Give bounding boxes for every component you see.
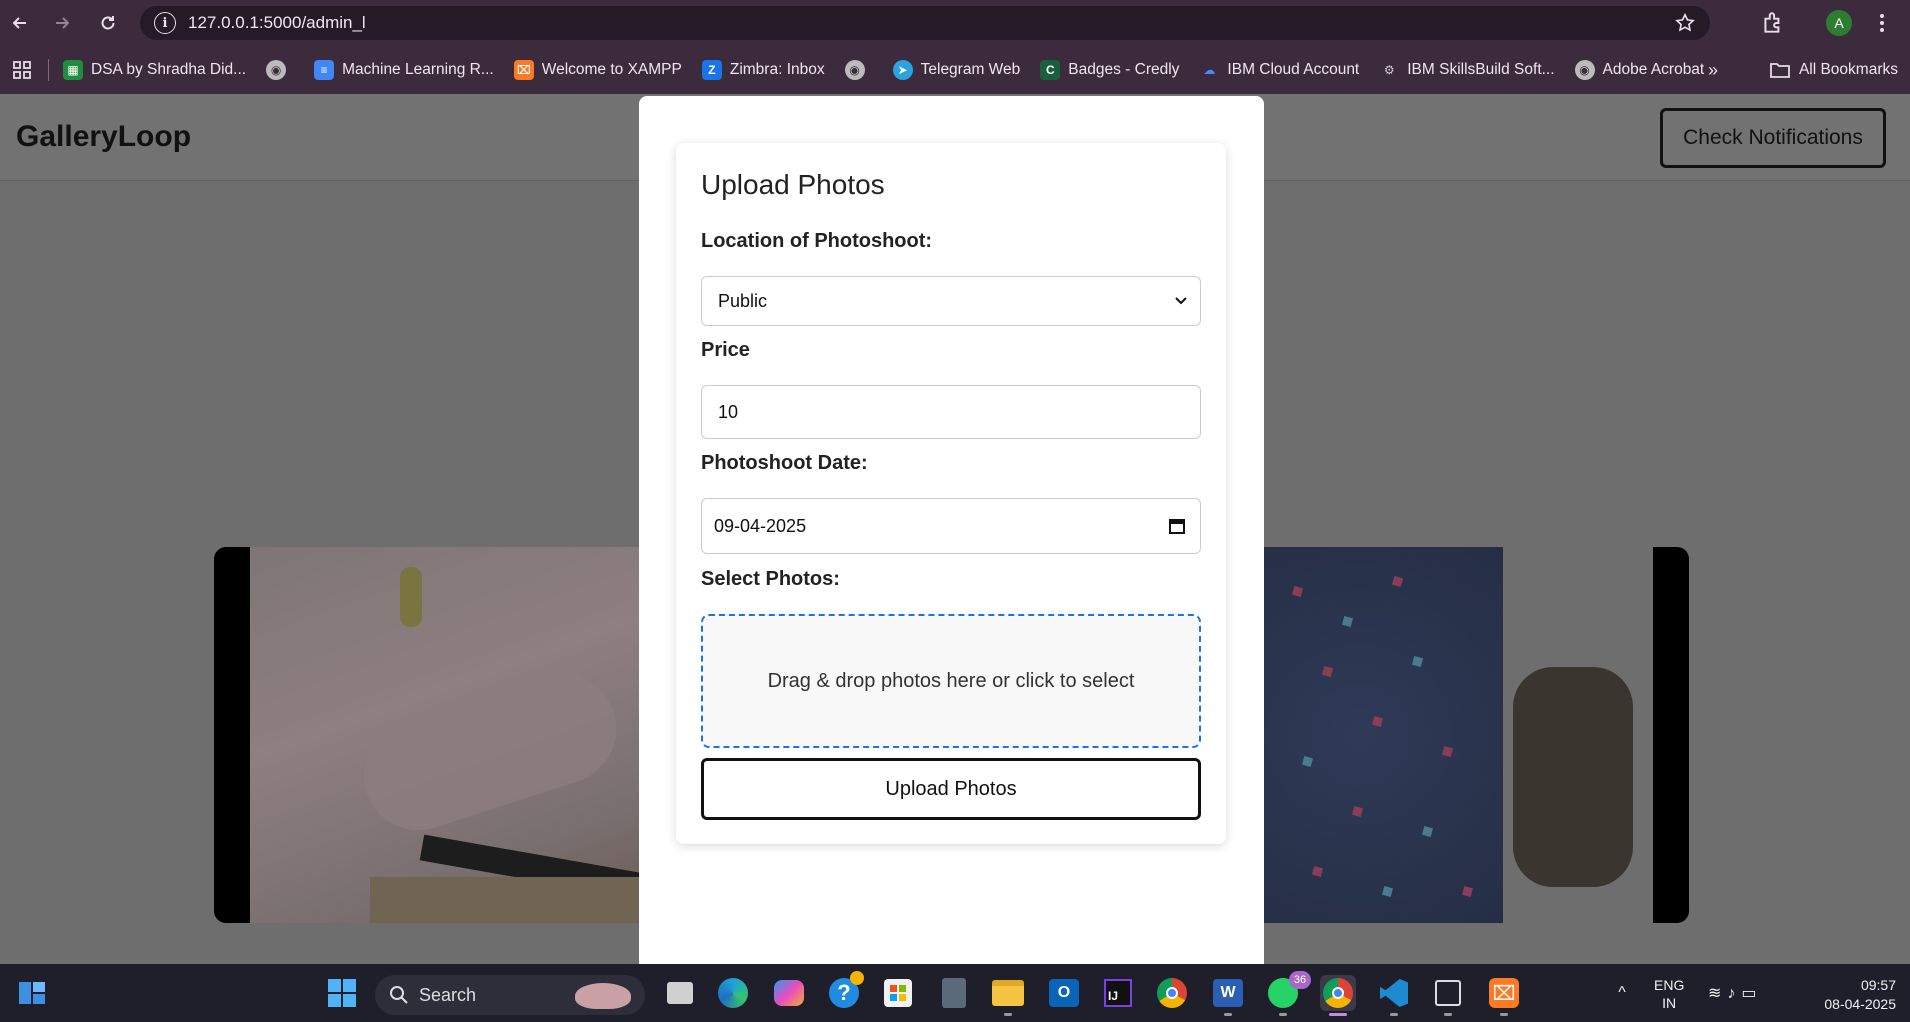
gallery-photo-right[interactable] bbox=[1263, 547, 1653, 923]
ibm-icon: ☁ bbox=[1203, 63, 1216, 77]
browser-toolbar: i 127.0.0.1:5000/admin_l A bbox=[0, 0, 1910, 46]
credly-icon: C bbox=[1040, 60, 1061, 80]
clock-time: 09:57 bbox=[1860, 977, 1896, 993]
xampp-icon[interactable]: ⌧ bbox=[1486, 975, 1522, 1016]
globe-icon: ◉ bbox=[1574, 60, 1595, 80]
zimbra-icon: Z bbox=[701, 60, 722, 80]
help-icon[interactable]: ? bbox=[826, 971, 864, 1011]
calendar-icon[interactable] bbox=[1168, 517, 1186, 535]
volume-icon: ♪ bbox=[1727, 985, 1742, 1002]
photo-dropzone[interactable]: Drag & drop photos here or click to sele… bbox=[701, 614, 1201, 748]
all-bookmarks[interactable]: All Bookmarks bbox=[1769, 54, 1898, 86]
task-view-icon[interactable] bbox=[662, 975, 698, 1011]
upload-modal: Upload Photos Location of Photoshoot: Pu… bbox=[639, 96, 1264, 964]
intellij-icon[interactable]: IJ bbox=[1100, 975, 1136, 1011]
date-input[interactable]: 09-04-2025 bbox=[701, 498, 1201, 554]
upload-photos-button[interactable]: Upload Photos bbox=[701, 758, 1201, 820]
more-bookmarks-icon[interactable]: » bbox=[1708, 60, 1718, 81]
bookmark-zimbra[interactable]: Z Zimbra: Inbox bbox=[692, 54, 835, 86]
search-icon bbox=[390, 986, 408, 1004]
gallery-photo-left[interactable] bbox=[250, 547, 690, 923]
start-windows-icon[interactable] bbox=[324, 975, 360, 1011]
bookmark-skillsbuild[interactable]: ⚙ IBM SkillsBuild Soft... bbox=[1369, 54, 1564, 86]
forward-button[interactable] bbox=[44, 5, 80, 41]
check-notifications-button[interactable]: Check Notifications bbox=[1660, 108, 1886, 168]
file-explorer-icon[interactable] bbox=[990, 975, 1026, 1016]
xampp-icon: ⌧ bbox=[513, 60, 534, 80]
bookmark-adobe[interactable]: ◉ Adobe Acrobat bbox=[1565, 54, 1715, 86]
bookmark-globe[interactable]: ◉ bbox=[256, 54, 304, 86]
bookmark-credly[interactable]: C Badges - Credly bbox=[1030, 54, 1189, 86]
bookmark-dsa[interactable]: ▦ DSA by Shradha Did... bbox=[53, 54, 256, 86]
skillsbuild-icon: ⚙ bbox=[1383, 63, 1395, 77]
address-bar[interactable]: i 127.0.0.1:5000/admin_l bbox=[140, 6, 1710, 40]
clock[interactable]: 09:57 08-04-2025 bbox=[1806, 976, 1896, 1014]
copilot-icon[interactable] bbox=[771, 975, 807, 1011]
snipping-tool-icon[interactable] bbox=[1430, 975, 1466, 1016]
system-tray-icons[interactable]: ≋♪▭ bbox=[1708, 983, 1763, 1003]
show-hidden-icons[interactable]: ^ bbox=[1604, 975, 1640, 1011]
calculator-icon[interactable] bbox=[936, 975, 972, 1011]
date-value: 09-04-2025 bbox=[714, 515, 807, 536]
edge-icon[interactable] bbox=[715, 975, 751, 1011]
upload-form: Upload Photos Location of Photoshoot: Pu… bbox=[676, 143, 1226, 844]
word-icon[interactable]: W bbox=[1210, 975, 1246, 1016]
outlook-icon[interactable]: O bbox=[1046, 975, 1082, 1011]
search-highlight-image bbox=[575, 983, 631, 1009]
bookmarks-bar: ▦ DSA by Shradha Did... ◉ ≡ Machine Learni… bbox=[0, 46, 1910, 94]
price-label: Price bbox=[701, 339, 750, 361]
modal-title: Upload Photos bbox=[701, 169, 885, 200]
globe-icon: ◉ bbox=[266, 60, 287, 80]
globe-icon: ◉ bbox=[844, 60, 865, 80]
arrow-right-icon bbox=[56, 17, 70, 29]
brand-logo[interactable]: GalleryLoop bbox=[16, 120, 191, 154]
bookmark-telegram[interactable]: ➤ Telegram Web bbox=[883, 54, 1031, 86]
reload-button[interactable] bbox=[90, 5, 126, 41]
chrome-profile-icon[interactable] bbox=[1320, 975, 1356, 1016]
widgets-icon[interactable] bbox=[14, 975, 50, 1011]
language-indicator[interactable]: ENG IN bbox=[1654, 976, 1684, 1012]
docs-icon: ≡ bbox=[314, 60, 335, 80]
site-info-icon[interactable]: i bbox=[154, 12, 176, 34]
chrome-icon[interactable] bbox=[1154, 975, 1190, 1011]
battery-icon: ▭ bbox=[1741, 985, 1763, 1002]
bookmark-ibm-cloud[interactable]: ☁ IBM Cloud Account bbox=[1189, 54, 1369, 86]
photos-label: Select Photos: bbox=[701, 568, 840, 590]
location-value: Public bbox=[718, 290, 768, 311]
chevron-down-icon bbox=[1175, 297, 1187, 305]
back-button[interactable] bbox=[2, 5, 38, 41]
url-text[interactable]: 127.0.0.1:5000/admin_l bbox=[188, 13, 366, 33]
whatsapp-badge: 36 bbox=[1289, 971, 1311, 989]
bookmark-xampp[interactable]: ⌧ Welcome to XAMPP bbox=[504, 54, 692, 86]
date-label: Photoshoot Date: bbox=[701, 452, 868, 474]
price-input[interactable]: 10 bbox=[701, 385, 1201, 439]
location-label: Location of Photoshoot: bbox=[701, 230, 933, 252]
store-icon[interactable] bbox=[880, 975, 916, 1011]
location-select[interactable]: Public bbox=[701, 276, 1201, 326]
telegram-icon: ➤ bbox=[892, 60, 913, 80]
reload-icon bbox=[101, 16, 115, 30]
bookmark-separator bbox=[48, 59, 49, 81]
sheets-icon: ▦ bbox=[63, 60, 83, 80]
extensions-icon[interactable] bbox=[1760, 10, 1786, 36]
bookmark-machine-learning[interactable]: ≡ Machine Learning R... bbox=[304, 54, 504, 86]
wifi-icon: ≋ bbox=[1708, 985, 1728, 1002]
whatsapp-icon[interactable]: 36 bbox=[1265, 971, 1311, 1016]
price-value: 10 bbox=[718, 401, 739, 422]
bookmark-star-icon[interactable] bbox=[1674, 12, 1696, 34]
kebab-menu-icon[interactable] bbox=[1876, 12, 1888, 34]
apps-grid-icon[interactable] bbox=[0, 60, 44, 80]
vscode-icon[interactable] bbox=[1376, 975, 1412, 1016]
arrow-left-icon bbox=[12, 17, 26, 29]
folder-icon bbox=[1770, 63, 1790, 78]
windows-taskbar: Search ? O IJ W 36 ⌧ ^ ENG IN ≋♪▭ 09:57 … bbox=[0, 964, 1910, 1022]
bookmark-globe-2[interactable]: ◉ bbox=[835, 54, 883, 86]
taskbar-search[interactable]: Search bbox=[375, 975, 645, 1015]
clock-date: 08-04-2025 bbox=[1824, 996, 1896, 1012]
profile-avatar[interactable]: A bbox=[1826, 10, 1852, 36]
